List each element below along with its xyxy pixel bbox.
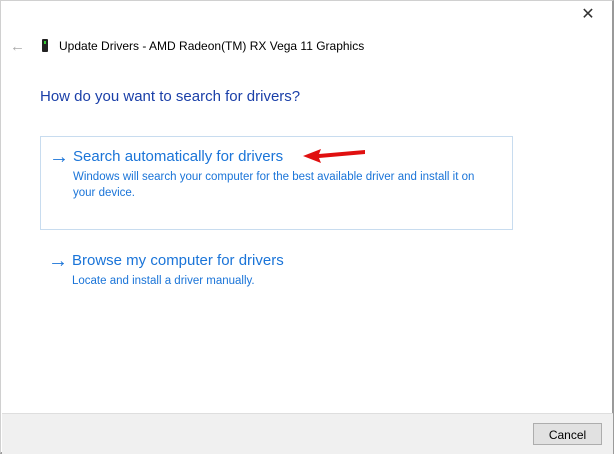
page-heading: How do you want to search for drivers? [40, 88, 301, 105]
device-icon [42, 39, 48, 52]
arrow-right-icon: → [49, 146, 69, 168]
close-button[interactable]: ✕ [578, 5, 598, 25]
option-title: Browse my computer for drivers [72, 252, 284, 269]
option-description: Locate and install a driver manually. [72, 275, 255, 287]
browse-computer-option[interactable]: → Browse my computer for drivers Locate … [40, 241, 513, 291]
arrow-right-icon: → [48, 250, 68, 272]
option-description: Windows will search your computer for th… [73, 171, 475, 199]
dialog-title: Update Drivers - AMD Radeon(TM) RX Vega … [59, 39, 365, 53]
option-title: Search automatically for drivers [73, 148, 284, 165]
cancel-button[interactable]: Cancel [533, 423, 602, 445]
dialog-footer [2, 413, 613, 454]
search-automatically-option[interactable]: → Search automatically for drivers Windo… [40, 136, 513, 230]
red-annotation-arrow-icon [303, 149, 365, 163]
back-arrow-icon[interactable]: ← [10, 38, 25, 55]
update-drivers-dialog: ✕ ← Update Drivers - AMD Radeon(TM) RX V… [0, 0, 614, 454]
